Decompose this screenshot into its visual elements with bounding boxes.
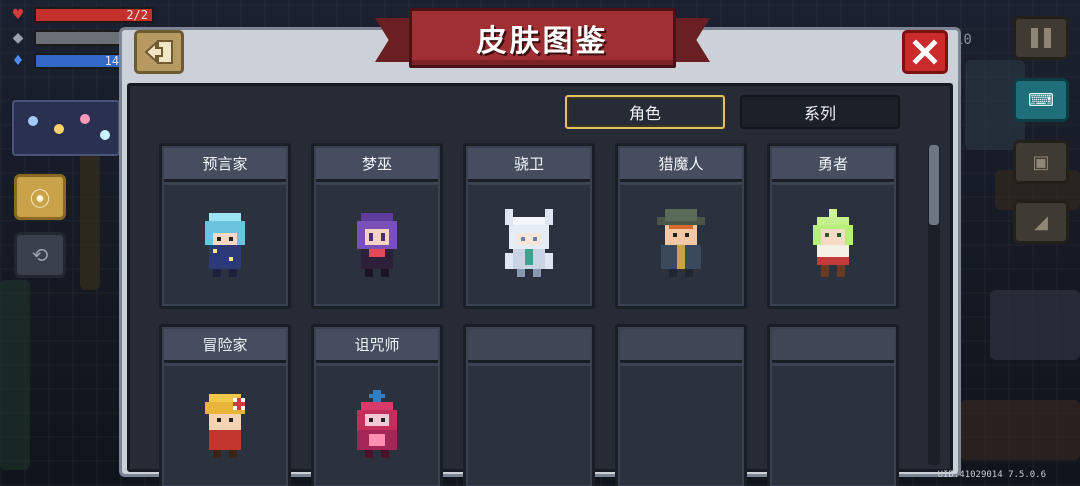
seer-character-icon bbox=[197, 209, 253, 281]
card-portrait bbox=[316, 366, 438, 485]
card-portrait bbox=[316, 185, 438, 304]
card-portrait bbox=[620, 366, 742, 485]
heart-icon: ♥ bbox=[11, 7, 25, 23]
card-label bbox=[772, 329, 894, 363]
title-plate: 皮肤图鉴 bbox=[409, 8, 676, 68]
uid-version-text: UID:41029014 7.5.0.6 bbox=[937, 470, 1046, 480]
tab-characters[interactable]: 角色 bbox=[565, 95, 725, 129]
card-portrait bbox=[468, 366, 590, 485]
card-label: 梦巫 bbox=[316, 148, 438, 182]
card-label: 诅咒师 bbox=[316, 329, 438, 363]
location-pin-button[interactable]: ⦿ bbox=[14, 174, 66, 220]
scrollbar-thumb[interactable] bbox=[929, 145, 939, 225]
card-label: 猎魔人 bbox=[620, 148, 742, 182]
energy-icon: ♦ bbox=[11, 53, 25, 69]
background-decor bbox=[0, 280, 30, 470]
card-portrait bbox=[468, 185, 590, 304]
card-portrait bbox=[772, 185, 894, 304]
background-decor bbox=[990, 290, 1080, 360]
card-label: 骁卫 bbox=[468, 148, 590, 182]
tab-label: 角色 bbox=[628, 104, 661, 123]
hp-bar: 2/2 bbox=[34, 7, 154, 23]
stairs-button[interactable]: ◢ bbox=[1013, 200, 1069, 244]
skin-card-empty[interactable] bbox=[463, 324, 595, 486]
adventurer-character-icon bbox=[197, 390, 253, 462]
crosshair-icon: ⟲ bbox=[31, 243, 49, 267]
card-label bbox=[468, 329, 590, 363]
keyboard-button[interactable]: ⌨ bbox=[1013, 78, 1069, 122]
guard-character-icon bbox=[501, 208, 557, 281]
location-pin-icon: ⦿ bbox=[30, 186, 50, 211]
curse-master-character-icon bbox=[349, 389, 405, 462]
card-label: 预言家 bbox=[164, 148, 286, 182]
card-portrait bbox=[620, 185, 742, 304]
close-icon bbox=[912, 39, 938, 65]
stairs-icon: ◢ bbox=[1034, 211, 1048, 233]
hp-stat: ♥ 2/2 bbox=[8, 6, 154, 24]
demon-hunter-character-icon bbox=[653, 208, 709, 281]
event-banner[interactable] bbox=[12, 100, 120, 156]
pause-button[interactable] bbox=[1013, 16, 1069, 60]
skin-card[interactable]: 勇者 bbox=[767, 143, 899, 309]
title-banner: 皮肤图鉴 bbox=[375, 6, 710, 78]
skin-card[interactable]: 梦巫 bbox=[311, 143, 443, 309]
card-label: 冒险家 bbox=[164, 329, 286, 363]
close-button[interactable] bbox=[902, 30, 948, 74]
skin-card[interactable]: 冒险家 bbox=[159, 324, 291, 486]
skin-card[interactable]: 猎魔人 bbox=[615, 143, 747, 309]
skin-card[interactable]: 预言家 bbox=[159, 143, 291, 309]
background-decor bbox=[960, 400, 1080, 460]
user-icon: ▣ bbox=[1032, 151, 1050, 173]
card-portrait bbox=[772, 366, 894, 485]
background-decor bbox=[80, 150, 100, 290]
skin-card[interactable]: 骁卫 bbox=[463, 143, 595, 309]
tab-series[interactable]: 系列 bbox=[740, 95, 900, 129]
dream-witch-character-icon bbox=[349, 209, 405, 281]
pause-icon bbox=[1031, 28, 1051, 48]
skin-card[interactable]: 诅咒师 bbox=[311, 324, 443, 486]
skin-card-empty[interactable] bbox=[615, 324, 747, 486]
back-arrow-icon bbox=[144, 40, 173, 64]
card-portrait bbox=[164, 366, 286, 485]
shield-icon: ◆ bbox=[12, 30, 24, 46]
auto-aim-button[interactable]: ⟲ bbox=[14, 232, 66, 278]
profile-button[interactable]: ▣ bbox=[1013, 140, 1069, 184]
card-label bbox=[620, 329, 742, 363]
back-button[interactable] bbox=[134, 30, 184, 74]
page-title: 皮肤图鉴 bbox=[476, 24, 609, 59]
tab-label: 系列 bbox=[803, 104, 836, 123]
skin-card-empty[interactable] bbox=[767, 324, 899, 486]
card-portrait bbox=[164, 185, 286, 304]
card-label: 勇者 bbox=[772, 148, 894, 182]
keyboard-icon: ⌨ bbox=[1028, 89, 1054, 111]
hero-character-icon bbox=[805, 208, 861, 281]
